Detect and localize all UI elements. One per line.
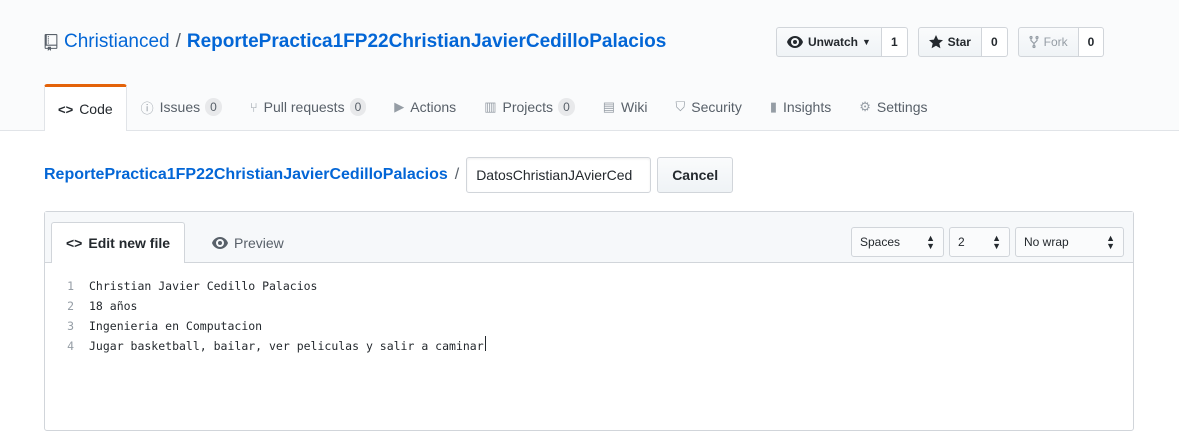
tab-wiki-label: Wiki [621,99,648,115]
filename-input[interactable] [466,157,652,193]
star-count[interactable]: 0 [981,27,1008,57]
line-number: 3 [67,319,74,333]
repo-separator: / [175,31,181,52]
graph-icon: ▮ [769,99,777,114]
star-group: Star 0 [917,27,1008,57]
line-text: Ingenieria en Computacion [89,319,263,333]
tab-issues[interactable]: ⓘ Issues 0 [127,84,236,130]
book-icon: ▤ [602,99,616,114]
indent-mode-select[interactable]: Spaces ▲ ▼ [851,227,944,257]
tab-actions[interactable]: ▶ Actions [380,84,470,130]
line-text: Christian Javier Cedillo Palacios [89,279,318,293]
fork-label: Fork [1043,35,1068,49]
code-line: 3 Ingenieria en Computacion [45,316,1133,336]
projects-counter: 0 [558,98,575,116]
repo-icon [44,33,58,51]
tab-insights[interactable]: ▮ Insights [756,84,845,130]
eye-icon [212,236,228,249]
play-icon: ▶ [394,99,405,114]
tab-security-label: Security [691,99,742,115]
select-arrows-icon: ▲ ▼ [1106,233,1115,251]
issue-icon: ⓘ [140,100,154,116]
pull-requests-counter: 0 [349,98,367,116]
indent-size-value: 2 [958,235,965,249]
pull-request-icon: ⑂ [249,99,258,115]
tab-settings-label: Settings [876,99,928,115]
repo-title: Christianced / ReportePractica1FP22Chris… [44,31,666,53]
wrap-mode-select[interactable]: No wrap ▲ ▼ [1015,227,1124,257]
tab-projects[interactable]: ▥ Projects 0 [470,84,589,130]
indent-size-select[interactable]: 2 ▲ ▼ [949,227,1010,257]
code-line: 1 Christian Javier Cedillo Palacios [45,276,1133,296]
select-arrows-icon: ▲ ▼ [926,233,935,251]
watch-count[interactable]: 1 [881,27,908,57]
line-number: 1 [67,279,74,293]
preview-tab-label: Preview [234,234,284,251]
breadcrumb-repo-link[interactable]: ReportePractica1FP22ChristianJavierCedil… [44,166,448,184]
repo-nav-tabs: <> Code ⓘ Issues 0 ⑂ Pull requests 0 ▶ A… [44,84,941,131]
tab-pull-requests-label: Pull requests [263,99,345,115]
line-text: 18 años [89,299,138,313]
wrap-mode-value: No wrap [1024,235,1069,249]
repo-owner-link[interactable]: Christianced [64,31,170,53]
tab-code-label: Code [79,101,113,117]
indent-mode-value: Spaces [860,235,901,249]
tab-security[interactable]: ⛉ Security [661,84,755,130]
caret-down-icon: ▼ [862,37,871,47]
line-number: 4 [67,339,74,353]
repo-header: Christianced / ReportePractica1FP22Chris… [0,0,1179,131]
gear-icon: ⚙ [859,99,871,114]
star-button[interactable]: Star [917,27,982,57]
edit-tab-label: Edit new file [88,235,171,251]
tab-preview[interactable]: Preview [198,222,298,263]
code-line: 4 Jugar basketball, bailar, ver pelicula… [45,336,1133,356]
line-number: 2 [67,299,74,313]
fork-count[interactable]: 0 [1078,27,1105,57]
code-line: 2 18 años [45,296,1133,316]
code-icon: <> [66,235,83,251]
breadcrumb-separator: / [454,166,460,183]
text-cursor [484,336,486,351]
repo-name-link[interactable]: ReportePractica1FP22ChristianJavierCedil… [187,31,666,53]
breadcrumb: ReportePractica1FP22ChristianJavierCedil… [44,157,734,193]
select-arrows-icon: ▲ ▼ [992,233,1001,251]
watch-group: Unwatch ▼ 1 [776,27,908,57]
star-label: Star [947,35,971,49]
file-editor: <> Edit new file Preview Spaces ▲ ▼ 2 ▲ ▼ … [44,211,1134,431]
editor-toolbar: <> Edit new file Preview Spaces ▲ ▼ 2 ▲ ▼ … [45,212,1133,263]
code-area[interactable]: 1 Christian Javier Cedillo Palacios 2 18… [45,263,1133,356]
cancel-button[interactable]: Cancel [657,157,734,193]
tab-code[interactable]: <> Code [44,84,127,131]
code-icon: <> [58,101,74,117]
unwatch-label: Unwatch [808,35,859,49]
fork-icon [1029,35,1039,49]
star-icon [928,35,943,49]
issues-counter: 0 [205,98,222,116]
tab-actions-label: Actions [410,99,457,115]
shield-icon: ⛉ [675,99,686,114]
fork-group: Fork 0 [1017,27,1105,57]
tab-edit-new-file[interactable]: <> Edit new file [51,222,186,263]
repo-actions: Unwatch ▼ 1 Star 0 Fork 0 [776,27,1114,57]
tab-issues-label: Issues [159,99,201,115]
tab-settings[interactable]: ⚙ Settings [845,84,941,130]
eye-icon [787,36,803,48]
fork-button[interactable]: Fork [1017,27,1079,57]
line-text: Jugar basketball, bailar, ver peliculas … [89,339,484,353]
tab-insights-label: Insights [782,99,832,115]
unwatch-button[interactable]: Unwatch ▼ [776,27,882,57]
editor-settings: Spaces ▲ ▼ 2 ▲ ▼ No wrap ▲ ▼ [846,227,1124,257]
tab-wiki[interactable]: ▤ Wiki [589,84,662,130]
project-icon: ▥ [484,99,497,114]
tab-projects-label: Projects [502,99,554,115]
tab-pull-requests[interactable]: ⑂ Pull requests 0 [236,84,380,130]
